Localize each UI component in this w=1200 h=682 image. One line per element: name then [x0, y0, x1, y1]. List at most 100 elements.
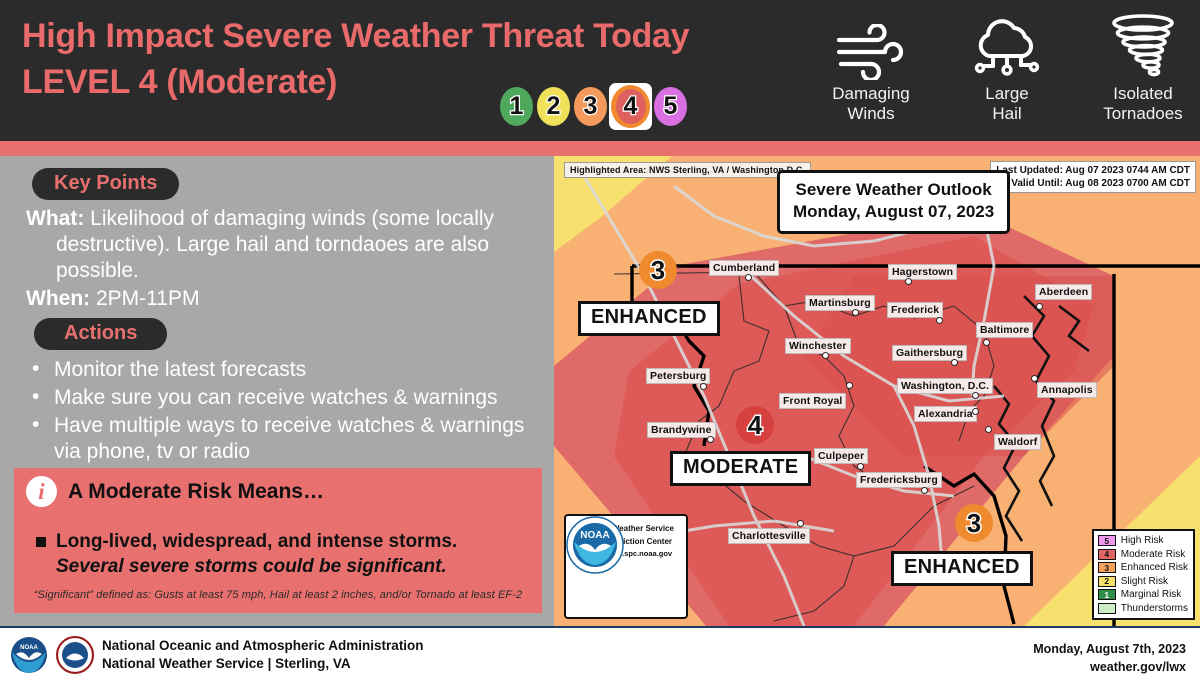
city-dot: [936, 317, 943, 324]
hazard-damaging-winds: Damaging Winds: [812, 12, 930, 124]
what-label: What:: [26, 207, 85, 230]
city-dot: [972, 392, 979, 399]
page-title: High Impact Severe Weather Threat Today: [22, 17, 690, 55]
legend-label: High Risk: [1120, 535, 1164, 547]
square-bullet-icon: [36, 537, 46, 547]
moderate-risk-info-box: i A Moderate Risk Means… Long-lived, wid…: [14, 468, 542, 613]
page-subtitle: LEVEL 4 (Moderate): [22, 63, 338, 101]
legend-swatch: [1097, 602, 1116, 614]
key-points-body: What: Likelihood of damaging winds (some…: [0, 200, 554, 312]
legend-row-3: 3 Enhanced Risk: [1097, 561, 1188, 575]
risk-level-1-num: 1: [508, 92, 524, 120]
footer-website[interactable]: weather.gov/lwx: [1033, 658, 1186, 676]
city-label: Martinsburg: [805, 295, 875, 311]
legend-row-5: 5 High Risk: [1097, 534, 1188, 548]
city-dot: [985, 426, 992, 433]
city-label: Annapolis: [1037, 382, 1097, 398]
risk-level-1[interactable]: 1: [500, 87, 533, 126]
info-bullet-line1: Long-lived, widespread, and intense stor…: [56, 531, 458, 552]
legend-label: Thunderstorms: [1120, 602, 1188, 614]
city-label: Fredericksburg: [856, 472, 942, 488]
city-dot: [745, 274, 752, 281]
map-risk-box-enhanced-north: ENHANCED: [578, 301, 720, 336]
map-risk-box-enhanced-south: ENHANCED: [891, 551, 1033, 586]
city-label: Charlottesville: [728, 528, 810, 544]
map-title-line1: Severe Weather Outlook: [795, 180, 992, 199]
hazard-large-hail-label: Large Hail: [985, 84, 1029, 123]
city-dot: [797, 520, 804, 527]
city-label: Baltimore: [976, 322, 1034, 338]
legend-swatch: 5: [1097, 535, 1116, 547]
header-titles: High Impact Severe Weather Threat Today …: [22, 14, 812, 106]
map-risk-marker-num: 3: [965, 508, 983, 538]
header-bar: High Impact Severe Weather Threat Today …: [0, 0, 1200, 141]
city-label: Alexandria: [914, 406, 977, 422]
risk-level-3[interactable]: 3: [574, 87, 607, 126]
list-item: Make sure you can receive watches & warn…: [28, 384, 542, 411]
risk-level-5[interactable]: 5: [654, 87, 687, 126]
map-risk-marker-num: 3: [649, 255, 667, 285]
risk-level-2[interactable]: 2: [537, 87, 570, 126]
infographic-page: High Impact Severe Weather Threat Today …: [0, 0, 1200, 682]
list-item: Have multiple ways to receive watches & …: [28, 412, 542, 465]
hazard-isolated-tornadoes-label: Isolated Tornadoes: [1103, 84, 1183, 123]
risk-level-4-selected[interactable]: 4: [609, 83, 652, 130]
risk-level-3-num: 3: [582, 92, 598, 120]
footer-right: Monday, August 7th, 2023 weather.gov/lwx: [1033, 640, 1186, 676]
footer-date: Monday, August 7th, 2023: [1033, 642, 1186, 656]
actions-list: Monitor the latest forecasts Make sure y…: [0, 356, 554, 465]
legend-row-1: 1 Marginal Risk: [1097, 588, 1188, 602]
when-label: When:: [26, 287, 91, 310]
legend-label: Moderate Risk: [1120, 548, 1186, 560]
risk-level-4-num: 4: [622, 92, 638, 120]
map-risk-marker-moderate: 4: [736, 406, 774, 444]
map-risk-marker-enhanced-north: 3: [639, 251, 677, 289]
map-legend: 5 High Risk 4 Moderate Risk 3 Enhanced R…: [1091, 529, 1195, 620]
tornado-icon: [1106, 12, 1180, 80]
legend-swatch: 4: [1097, 548, 1116, 560]
key-points-tag: Key Points: [32, 168, 180, 200]
city-label: Front Royal: [779, 393, 847, 409]
info-box-bullet-text: Long-lived, widespread, and intense stor…: [56, 529, 457, 579]
city-dot: [707, 436, 714, 443]
legend-swatch: 2: [1097, 575, 1116, 587]
legend-swatch: 1: [1097, 589, 1116, 601]
legend-swatch: 3: [1097, 562, 1116, 574]
info-box-footnote: “Significant” defined as: Gusts at least…: [33, 589, 523, 601]
nws-seal-icon: [56, 636, 94, 674]
city-dot: [983, 339, 990, 346]
city-label: Cumberland: [709, 260, 780, 276]
city-label: Winchester: [785, 338, 851, 354]
map-risk-marker-num: 4: [746, 410, 764, 440]
what-row: What: Likelihood of damaging winds (some…: [26, 206, 540, 284]
legend-row-2: 2 Slight Risk: [1097, 575, 1188, 589]
spc-logo-box: NOAA National Weather Service Storm Pred…: [564, 514, 688, 619]
legend-label: Marginal Risk: [1120, 589, 1182, 601]
header-divider: [0, 141, 1200, 156]
wind-icon: [833, 12, 909, 80]
last-updated-text: Last Updated: Aug 07 2023 0744 AM CDT: [996, 165, 1190, 176]
hazard-damaging-winds-label: Damaging Winds: [832, 84, 910, 123]
footer-org-line1: National Oceanic and Atmospheric Adminis…: [102, 638, 424, 653]
city-label: Washington, D.C.: [897, 378, 994, 394]
noaa-logo-icon: NOAA: [566, 516, 624, 574]
footer-left: NOAA National Oceanic and Atmospheric Ad…: [0, 636, 424, 674]
city-label: Hagerstown: [888, 264, 958, 280]
map-risk-box-moderate: MODERATE: [670, 451, 812, 486]
legend-row-thunderstorms: Thunderstorms: [1097, 602, 1188, 616]
city-dot: [700, 383, 707, 390]
city-dot: [1031, 375, 1038, 382]
info-bullet-line2: Several severe storms could be significa…: [56, 556, 447, 577]
info-box-title: A Moderate Risk Means…: [68, 479, 324, 503]
when-row: When: 2PM-11PM: [26, 286, 540, 312]
svg-text:NOAA: NOAA: [20, 645, 38, 651]
valid-until-text: Valid Until: Aug 08 2023 0700 AM CDT: [1011, 178, 1190, 189]
legend-label: Enhanced Risk: [1120, 562, 1188, 574]
city-dot: [846, 382, 853, 389]
risk-scale: 1 2 3 4 5: [500, 83, 687, 130]
city-dot: [822, 352, 829, 359]
severe-weather-outlook-map[interactable]: Cumberland Hagerstown Martinsburg Freder…: [554, 156, 1200, 626]
city-dot: [852, 309, 859, 316]
legend-row-4: 4 Moderate Risk: [1097, 548, 1188, 562]
city-label: Culpeper: [814, 448, 869, 464]
